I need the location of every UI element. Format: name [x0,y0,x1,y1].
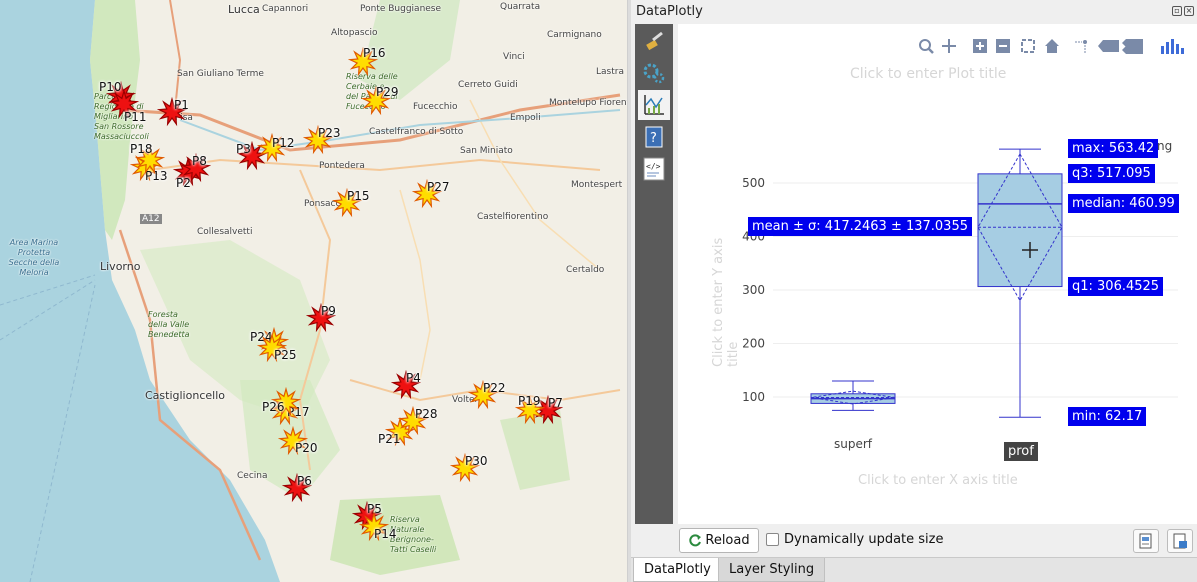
marker-label-p22: P22 [483,381,506,395]
map-background [0,0,621,582]
hover-label-category: prof [1004,442,1038,461]
place-label: San Giuliano Terme [177,69,264,79]
place-label: Castelfranco di Sotto [369,127,464,137]
marker-label-p19: P19 [518,394,541,408]
marker-label-p25: P25 [274,348,297,362]
float-icon[interactable]: ▫ [1172,6,1182,16]
marker-label-p6: P6 [297,474,312,488]
place-label: Castelfiorentino [477,212,549,222]
bottom-bar: Reload Dynamically update size [631,524,1197,558]
place-label: Pontedera [319,161,365,171]
plot-icon[interactable] [638,90,670,120]
x-tick-label: superf [834,437,873,451]
place-label: Castiglioncello [145,389,225,402]
panel-title: DataPlotly [636,4,703,19]
export-plot-icon[interactable] [1133,529,1159,553]
brush-icon[interactable] [638,26,670,56]
marker-label-p11: P11 [124,110,147,124]
side-toolbar: ? </> [635,24,673,552]
marker-label-p8: P8 [192,154,207,168]
marker-label-p15: P15 [347,189,370,203]
place-label: Capannori [262,4,309,14]
hover-label-min: min: 62.17 [1068,407,1147,427]
plot-area[interactable]: Click to enter Plot title Click to enter… [678,24,1197,524]
place-label: Cecina [237,471,268,481]
marker-label-p27: P27 [427,180,450,194]
dataplotly-panel: DataPlotly ▫ × ? </> Click to enter Plot… [631,0,1197,582]
dynamic-update-label: Dynamically update size [784,532,944,547]
marker-label-p30: P30 [465,454,488,468]
marker-label-p4: P4 [406,371,421,385]
place-label: Quarrata [500,2,541,12]
dock-tabs: DataPlotly Layer Styling [631,557,1197,582]
hover-label-q1: q1: 306.4525 [1068,276,1164,296]
svg-text:?: ? [650,131,657,146]
place-label: Lastra [596,67,624,77]
code-icon[interactable]: </> [638,154,670,184]
place-label: Ponte Buggianese [360,4,442,14]
sea-label: Area Marina Protetta Secche della Melori… [8,238,60,277]
map-canvas[interactable]: Lucca Capannori Ponte Buggianese Quarrata Al… [0,0,627,582]
marker-label-p16: P16 [363,46,386,60]
y-tick-label: 200 [742,337,765,351]
reload-icon [689,533,702,546]
hover-label-mean: mean ± σ: 417.2463 ± 137.0355 [748,217,972,237]
place-label: Lucca [228,3,260,16]
place-label: Livorno [100,260,141,273]
box-plot-chart: 100200300400500superf [742,148,1178,451]
marker-label-p3: P3 [236,142,251,156]
tab-layer-styling[interactable]: Layer Styling [718,558,826,582]
place-label: San Miniato [460,146,513,156]
hover-label-q3: q3: 517.095 [1068,163,1155,183]
marker-label-p9: P9 [321,304,336,318]
place-label: Montelupo Fiorentino [549,98,627,108]
place-label: Certaldo [566,265,605,275]
y-tick-label: 300 [742,283,765,297]
y-tick-label: 100 [742,390,765,404]
place-label: Fucecchio [413,102,458,112]
place-label: Altopascio [331,28,378,38]
save-plot-icon[interactable] [1167,529,1193,553]
marker-label-p18: P18 [130,142,153,156]
reload-button[interactable]: Reload [679,528,759,553]
close-icon[interactable]: × [1184,6,1194,16]
marker-label-p20: P20 [295,441,318,455]
place-label: Carmignano [547,30,602,40]
marker-label-p1: P1 [174,98,189,112]
hover-label-median: median: 460.99 [1068,193,1179,213]
place-label: Vinci [503,52,525,62]
hover-label-max: max: 563.42 [1068,139,1159,159]
marker-label-p26: P26 [262,400,285,414]
marker-label-p14: P14 [374,527,397,541]
y-tick-label: 500 [742,176,765,190]
place-label: Empoli [510,113,541,123]
place-label: A12 [140,214,162,224]
help-icon[interactable]: ? [638,122,670,152]
park-label: Riserva Naturale Berignone-Tatti Caselli [390,515,437,554]
reload-label: Reload [705,533,750,548]
place-label: Montespert [571,180,623,190]
marker-label-p28: P28 [415,407,438,421]
svg-text:</>: </> [646,162,661,171]
marker-label-p7: P7 [548,396,563,410]
place-label: Collesalvetti [197,227,253,237]
place-label: Cerreto Guidi [458,80,518,90]
park-label: Foresta della Valle Benedetta [148,310,190,339]
marker-label-p23: P23 [318,126,341,140]
dynamic-update-checkbox[interactable] [766,533,779,546]
marker-label-p12: P12 [272,136,295,150]
tab-dataplotly[interactable]: DataPlotly [633,558,722,582]
gears-icon[interactable] [638,58,670,88]
box-prof [977,173,1063,288]
marker-label-p29: P29 [376,85,399,99]
